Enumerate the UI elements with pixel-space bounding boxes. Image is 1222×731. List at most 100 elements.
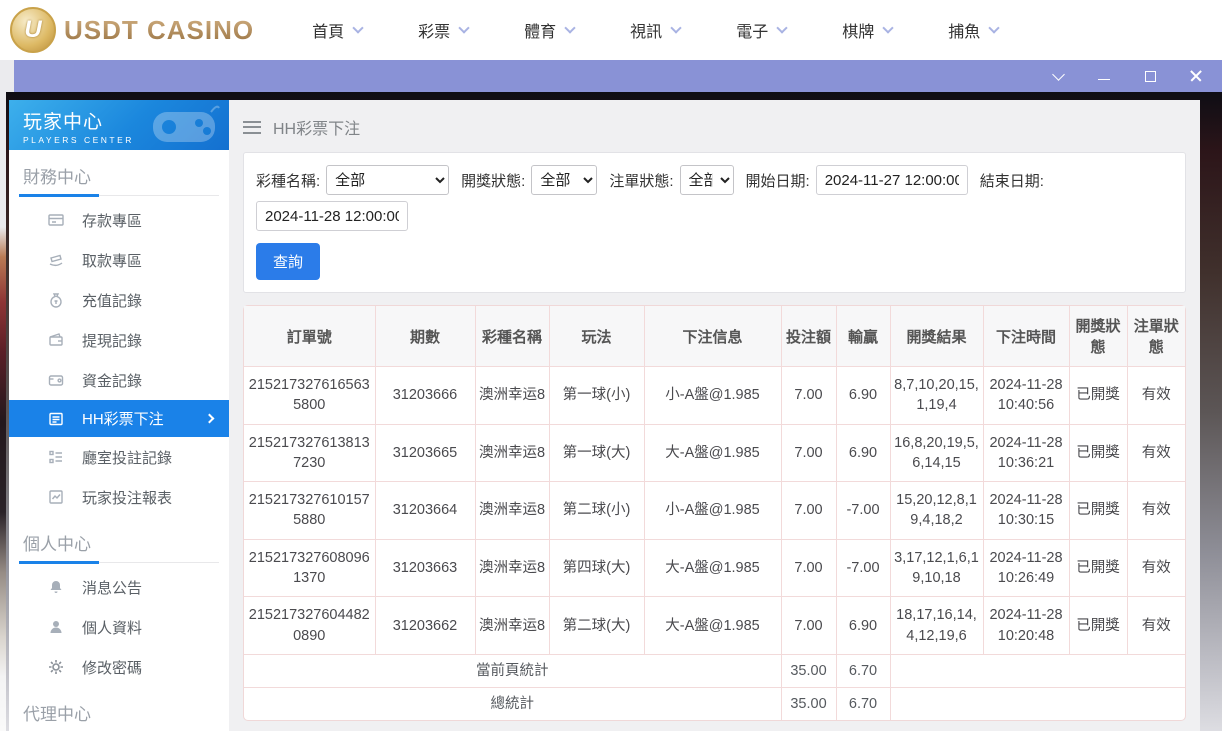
nav-item-fishing[interactable]: 捕魚 (948, 18, 1000, 42)
gear-icon (49, 660, 63, 674)
chevron-right-icon (204, 413, 215, 424)
sidebar-item-room-bet-records[interactable]: 廳室投註記錄 (9, 437, 229, 477)
sidebar-item-label: 存款專區 (82, 212, 143, 230)
summary-bet-total: 35.00 (780, 653, 837, 688)
coin-letter: U (24, 16, 42, 43)
close-icon[interactable] (1188, 68, 1204, 84)
cell-draw-result: 16,8,20,19,5,6,14,15 (889, 423, 984, 483)
sidebar-item-recharge-records[interactable]: 充值記錄 (9, 280, 229, 320)
nav-item-slots[interactable]: 電子 (736, 18, 788, 42)
cell-lottery: 澳洲幸运8 (474, 596, 550, 655)
report-icon (49, 490, 63, 504)
grand-total-summary-row: 總統計 35.00 6.70 (243, 686, 1186, 721)
sidebar-item-hh-lottery-bets[interactable]: HH彩票下注 (9, 400, 229, 437)
lottery-name-label: 彩種名稱: (256, 172, 321, 190)
col-winloss: 輸贏 (835, 305, 891, 367)
cell-winloss: -7.00 (835, 481, 891, 540)
brand-logo[interactable]: U USDT CASINO (10, 7, 254, 53)
col-bet-info: 下注信息 (643, 305, 782, 367)
cell-lottery: 澳洲幸运8 (474, 538, 550, 598)
sidebar-item-label: 消息公告 (82, 579, 143, 597)
cell-bet-time: 2024-11-28 10:20:48 (982, 596, 1070, 655)
cell-draw-status: 已開獎 (1068, 423, 1128, 483)
sidebar-item-withdrawal-records[interactable]: 提現記錄 (9, 320, 229, 360)
nav-item-lottery[interactable]: 彩票 (418, 18, 470, 42)
col-bet-amount: 投注額 (780, 305, 837, 367)
player-center-window: 玩家中心 PLAYERS CENTER 財務中心 存款專區 取款專區 充值記錄 … (6, 92, 1222, 731)
window-body: 玩家中心 PLAYERS CENTER 財務中心 存款專區 取款專區 充值記錄 … (0, 92, 1222, 731)
chevron-down-icon (776, 21, 788, 34)
cell-lottery: 澳洲幸运8 (474, 481, 550, 540)
draw-status-select[interactable]: 全部 (531, 165, 598, 195)
maximize-icon[interactable] (1142, 68, 1158, 84)
draw-status-label: 開獎狀態: (461, 172, 526, 190)
col-bet-time: 下注時間 (982, 305, 1070, 367)
summary-empty (889, 653, 1186, 688)
cell-bet-time: 2024-11-28 10:26:49 (982, 538, 1070, 598)
cell-winloss: -7.00 (835, 538, 891, 598)
chevron-down-icon (352, 21, 364, 34)
sidebar-item-label: 資金記錄 (82, 372, 143, 390)
sidebar-item-withdraw[interactable]: 取款專區 (9, 240, 229, 280)
sidebar-items-finance: 存款專區 取款專區 充值記錄 提現記錄 資金記錄 HH彩票下注 廳室投註記錄 玩… (9, 196, 229, 517)
cell-order-no: 2152173276080961370 (243, 538, 376, 598)
cell-bet-time: 2024-11-28 10:30:15 (982, 481, 1070, 540)
wallet-icon (49, 333, 63, 346)
breadcrumb: HH彩票下注 (243, 112, 1186, 142)
cell-bet-amount: 7.00 (780, 366, 837, 425)
sidebar-item-profile[interactable]: 個人資料 (9, 607, 229, 647)
order-status-select[interactable]: 全部 (679, 165, 734, 195)
nav-item-home[interactable]: 首頁 (312, 18, 364, 42)
sidebar: 玩家中心 PLAYERS CENTER 財務中心 存款專區 取款專區 充值記錄 … (9, 100, 229, 731)
summary-winloss-total: 6.70 (835, 653, 891, 688)
nav-label: 電子 (736, 24, 769, 41)
menu-toggle-icon[interactable] (243, 120, 261, 134)
window-titlebar (14, 60, 1222, 92)
cell-winloss: 6.90 (835, 596, 891, 655)
cell-issue: 31203662 (374, 596, 476, 655)
collapse-chevron-icon[interactable] (1050, 67, 1066, 84)
sidebar-item-label: 玩家投注報表 (82, 489, 173, 507)
lottery-name-select[interactable]: 全部 (326, 165, 450, 195)
col-order-no: 訂單號 (243, 305, 376, 367)
cell-draw-result: 8,7,10,20,15,1,19,4 (889, 366, 984, 425)
current-page-summary-row: 當前頁統計 35.00 6.70 (243, 653, 1186, 688)
deposit-card-icon (48, 214, 64, 226)
nav-item-cards[interactable]: 棋牌 (842, 18, 894, 42)
chevron-down-icon (670, 21, 682, 34)
player-center-modal: 玩家中心 PLAYERS CENTER 財務中心 存款專區 取款專區 充值記錄 … (9, 100, 1200, 731)
cell-issue: 31203664 (374, 481, 476, 540)
cell-lottery: 澳洲幸运8 (474, 423, 550, 483)
main-nav: 首頁 彩票 體育 視訊 電子 棋牌 捕魚 (312, 18, 1000, 42)
minimize-icon[interactable] (1096, 68, 1112, 84)
chevron-down-icon (988, 21, 1000, 34)
cell-order-status: 有效 (1126, 366, 1186, 425)
order-status-label: 注單狀態: (609, 172, 674, 190)
search-button[interactable]: 查詢 (256, 243, 321, 280)
cell-bet-time: 2024-11-28 10:36:21 (982, 423, 1070, 483)
filter-panel: 彩種名稱: 全部 開獎狀態: 全部 注單狀態: 全部 開始日期: 2024-11… (243, 152, 1186, 293)
cell-draw-status: 已開獎 (1068, 481, 1128, 540)
cell-issue: 31203666 (374, 366, 476, 425)
nav-label: 彩票 (418, 24, 451, 41)
cell-bet-amount: 7.00 (780, 423, 837, 483)
sidebar-item-fund-records[interactable]: 資金記錄 (9, 360, 229, 400)
nav-label: 捕魚 (948, 24, 981, 41)
start-date-input[interactable] (815, 165, 968, 195)
sidebar-item-announcements[interactable]: 消息公告 (9, 567, 229, 607)
col-draw-status: 開獎狀態 (1068, 305, 1128, 367)
chevron-down-icon (564, 21, 576, 34)
cell-play: 第一球(大) (548, 423, 645, 483)
table-row: 2152173276165635800 31203666 澳洲幸运8 第一球(小… (243, 366, 1186, 425)
cell-draw-status: 已開獎 (1068, 538, 1128, 598)
nav-item-sports[interactable]: 體育 (524, 18, 576, 42)
sidebar-item-player-bet-report[interactable]: 玩家投注報表 (9, 477, 229, 517)
end-date-input[interactable] (256, 201, 408, 231)
sidebar-item-label: 提現記錄 (82, 332, 143, 350)
cell-bet-info: 小-A盤@1.985 (643, 366, 782, 425)
col-play: 玩法 (548, 305, 645, 367)
nav-item-video[interactable]: 視訊 (630, 18, 682, 42)
sidebar-item-change-password[interactable]: 修改密碼 (9, 647, 229, 687)
sidebar-item-deposit[interactable]: 存款專區 (9, 200, 229, 240)
chevron-down-icon (458, 21, 470, 34)
